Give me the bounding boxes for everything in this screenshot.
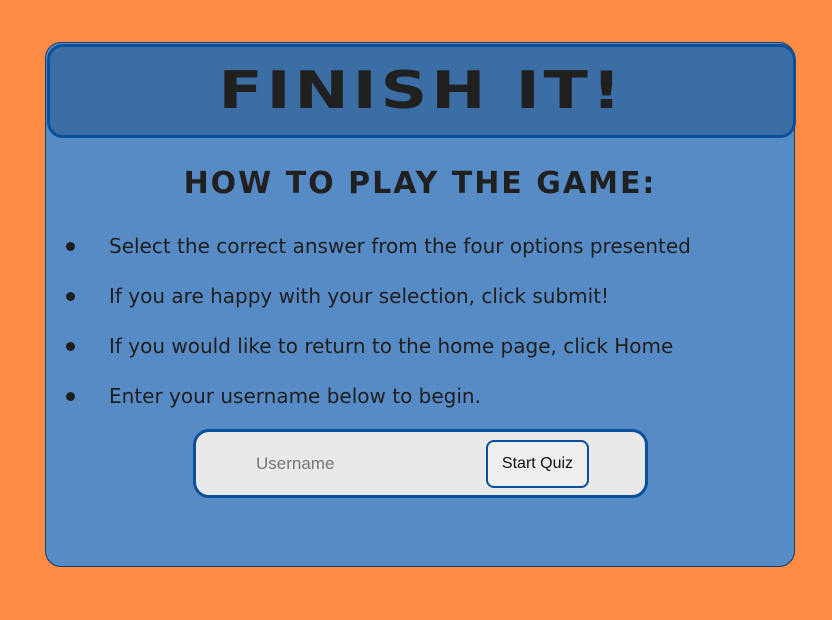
list-item: Select the correct answer from the four … [66, 221, 691, 271]
game-card: FINISH IT! HOW TO PLAY THE GAME: Select … [45, 42, 796, 567]
bullet-icon [66, 391, 75, 401]
bullet-icon [66, 291, 75, 301]
instruction-text: Enter your username below to begin. [109, 384, 481, 408]
bullet-icon [66, 341, 75, 351]
username-form: Start Quiz [193, 429, 648, 498]
instruction-text: If you would like to return to the home … [109, 334, 674, 358]
list-item: Enter your username below to begin. [66, 371, 691, 421]
username-input[interactable] [256, 451, 456, 477]
instruction-text: If you are happy with your selection, cl… [109, 284, 610, 308]
start-quiz-button[interactable]: Start Quiz [486, 440, 589, 488]
page-title: FINISH IT! [218, 61, 625, 121]
instructions-list: Select the correct answer from the four … [66, 221, 691, 421]
instruction-text: Select the correct answer from the four … [109, 234, 691, 258]
bullet-icon [66, 241, 75, 251]
list-item: If you are happy with your selection, cl… [66, 271, 691, 321]
instructions-heading: HOW TO PLAY THE GAME: [183, 166, 657, 201]
list-item: If you would like to return to the home … [66, 321, 691, 371]
title-banner: FINISH IT! [47, 44, 796, 138]
